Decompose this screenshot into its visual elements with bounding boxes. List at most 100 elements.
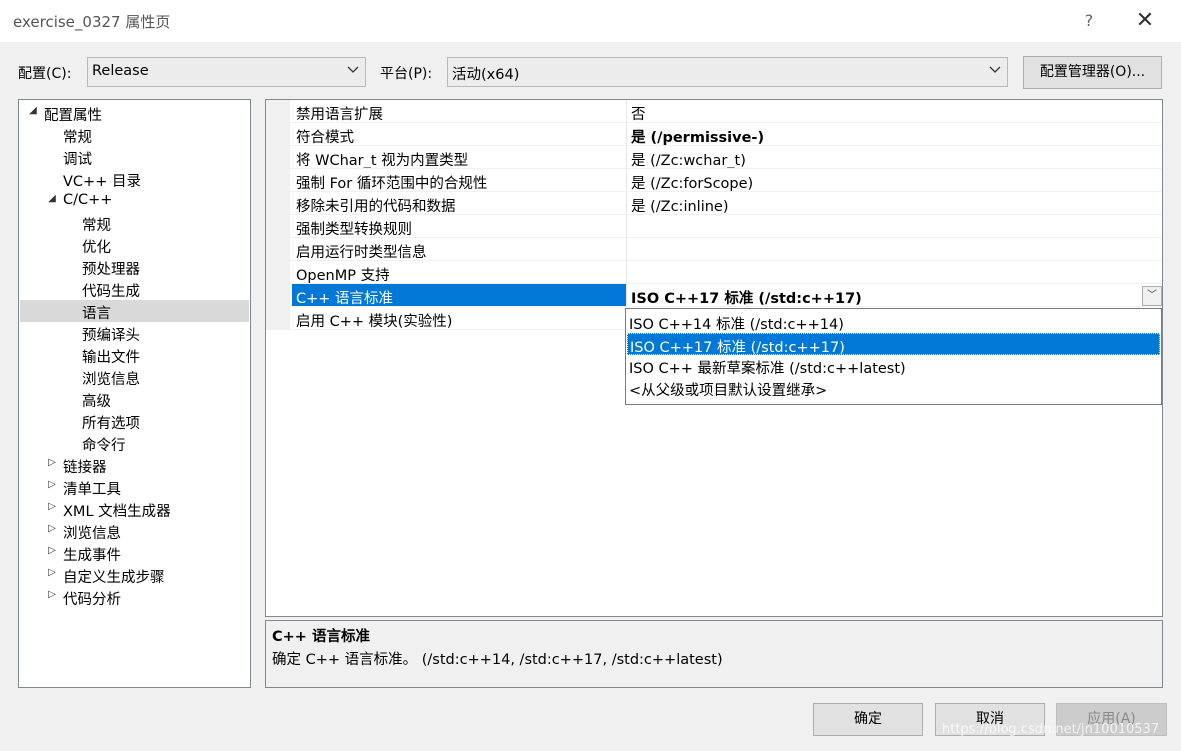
tree-item-label: 预处理器 (82, 262, 140, 278)
property-row[interactable]: C++ 语言标准 ISO C++17 标准 (/std:c++17) (266, 284, 1162, 307)
dropdown-chevron-icon[interactable]: ﹀ (1142, 286, 1162, 306)
expand-arrow-icon[interactable]: ▷ (46, 501, 58, 512)
description-text: 确定 C++ 语言标准。 (/std:c++14, /std:c++17, /s… (272, 652, 723, 668)
tree-item[interactable]: 所有选项 (20, 410, 249, 432)
dropdown-option-label: ISO C++14 标准 (/std:c++14) (629, 317, 844, 333)
ok-button[interactable]: 确定 (813, 703, 923, 736)
tree-item[interactable]: 预编译头 (20, 322, 249, 344)
expand-arrow-icon[interactable]: ▷ (46, 545, 58, 556)
property-name: OpenMP 支持 (296, 268, 390, 284)
tree-item[interactable]: ▷ 浏览信息 (20, 520, 249, 542)
property-value[interactable]: ISO C++17 标准 (/std:c++17) (631, 287, 862, 308)
tree-item-label: 常规 (82, 218, 111, 234)
help-button[interactable]: ? (1072, 6, 1106, 36)
expand-arrow-icon[interactable]: ▷ (46, 589, 58, 600)
close-button[interactable]: ✕ (1128, 6, 1162, 36)
config-label: 配置(C): (18, 66, 72, 82)
property-row[interactable]: 符合模式 是 (/permissive-) (266, 123, 1162, 146)
dropdown-option-label: <从父级或项目默认设置继承> (629, 383, 828, 399)
config-manager-button[interactable]: 配置管理器(O)... (1023, 56, 1162, 89)
tree-item[interactable]: ▷ 清单工具 (20, 476, 249, 498)
window-title: exercise_0327 属性页 (13, 13, 171, 31)
description-title: C++ 语言标准 (272, 629, 370, 645)
tree-item-label: 命令行 (82, 438, 126, 454)
tree-item-label: 浏览信息 (63, 526, 121, 542)
property-row[interactable]: OpenMP 支持 (266, 261, 1162, 284)
column-separator (626, 100, 627, 123)
property-value[interactable]: 是 (/Zc:inline) (631, 195, 729, 216)
tree-item[interactable]: ◢ C/C++ (20, 190, 249, 212)
tree-item[interactable]: 输出文件 (20, 344, 249, 366)
tree-item-label: 预编译头 (82, 328, 140, 344)
cpp-standard-dropdown-list: ISO C++14 标准 (/std:c++14) ISO C++17 标准 (/… (625, 308, 1162, 405)
tree-item-label: 语言 (82, 306, 111, 322)
tree-item[interactable]: 优化 (20, 234, 249, 256)
config-combo[interactable]: Release (87, 57, 366, 87)
tree-item[interactable]: VC++ 目录 (20, 168, 249, 190)
tree-item[interactable]: ◢ 配置属性 (20, 102, 249, 124)
dropdown-option-label: ISO C++17 标准 (/std:c++17) (630, 340, 845, 356)
property-name: 将 WChar_t 视为内置类型 (296, 153, 469, 169)
description-panel: C++ 语言标准 确定 C++ 语言标准。 (/std:c++14, /std:… (265, 620, 1163, 688)
config-value: Release (92, 63, 149, 79)
tree-item[interactable]: ▷ 生成事件 (20, 542, 249, 564)
tree-item-label: C/C++ (63, 192, 113, 208)
tree-item-label: 生成事件 (63, 548, 121, 564)
column-separator (626, 238, 627, 261)
property-value[interactable]: 是 (/permissive-) (631, 126, 764, 147)
platform-value: 活动(x64) (452, 67, 520, 83)
tree-item[interactable]: 命令行 (20, 432, 249, 454)
collapse-arrow-icon[interactable]: ◢ (27, 105, 39, 116)
property-name: 启用运行时类型信息 (296, 245, 427, 261)
dropdown-option[interactable]: <从父级或项目默认设置继承> (627, 377, 1160, 399)
tree-item[interactable]: 高级 (20, 388, 249, 410)
tree-item[interactable]: 常规 (20, 212, 249, 234)
property-name: C++ 语言标准 (296, 291, 394, 307)
property-row[interactable]: 移除未引用的代码和数据 是 (/Zc:inline) (266, 192, 1162, 215)
tree-item-label: 清单工具 (63, 482, 121, 498)
tree-item[interactable]: 浏览信息 (20, 366, 249, 388)
property-value[interactable]: 否 (631, 103, 646, 124)
tree-item[interactable]: 调试 (20, 146, 249, 168)
property-row[interactable]: 启用运行时类型信息 (266, 238, 1162, 261)
column-separator (626, 215, 627, 238)
expand-arrow-icon[interactable]: ▷ (46, 457, 58, 468)
property-name: 禁用语言扩展 (296, 107, 383, 123)
collapse-arrow-icon[interactable]: ◢ (46, 193, 58, 204)
property-value[interactable]: 是 (/Zc:wchar_t) (631, 149, 746, 170)
property-row[interactable]: 强制 For 循环范围中的合规性 是 (/Zc:forScope) (266, 169, 1162, 192)
tree-item[interactable]: ▷ 链接器 (20, 454, 249, 476)
tree-item[interactable]: ▷ XML 文档生成器 (20, 498, 249, 520)
tree-item-label: 链接器 (63, 460, 107, 476)
property-row[interactable]: 强制类型转换规则 (266, 215, 1162, 238)
tree-item-label: 优化 (82, 240, 111, 256)
dropdown-option[interactable]: ISO C++17 标准 (/std:c++17) (627, 333, 1160, 356)
property-name: 强制类型转换规则 (296, 222, 412, 238)
dropdown-option[interactable]: ISO C++14 标准 (/std:c++14) (627, 311, 1160, 333)
tree-item[interactable]: 常规 (20, 124, 249, 146)
expand-arrow-icon[interactable]: ▷ (46, 479, 58, 490)
tree-item-label: 常规 (63, 130, 92, 146)
column-separator (626, 123, 627, 146)
property-row[interactable]: 禁用语言扩展 否 (266, 100, 1162, 123)
tree-item-label: 调试 (63, 152, 92, 168)
property-value[interactable]: 是 (/Zc:forScope) (631, 172, 753, 193)
tree-item-label: 配置属性 (44, 108, 102, 124)
expand-arrow-icon[interactable]: ▷ (46, 567, 58, 578)
chevron-down-icon (989, 63, 1001, 78)
chevron-down-icon (347, 63, 359, 78)
tree-item[interactable]: 语言 (20, 300, 249, 322)
column-separator (626, 284, 627, 307)
tree-item-label: 自定义生成步骤 (63, 570, 165, 586)
expand-arrow-icon[interactable]: ▷ (46, 523, 58, 534)
tree-item[interactable]: 预处理器 (20, 256, 249, 278)
property-row[interactable]: 将 WChar_t 视为内置类型 是 (/Zc:wchar_t) (266, 146, 1162, 169)
tree-item[interactable]: ▷ 代码分析 (20, 586, 249, 608)
dropdown-option[interactable]: ISO C++ 最新草案标准 (/std:c++latest) (627, 355, 1160, 377)
tree-item[interactable]: 代码生成 (20, 278, 249, 300)
tree-item[interactable]: ▷ 自定义生成步骤 (20, 564, 249, 586)
platform-combo[interactable]: 活动(x64) (447, 57, 1008, 87)
title-bar: exercise_0327 属性页 ? ✕ (0, 0, 1181, 42)
tree-item-label: 代码分析 (63, 592, 121, 608)
column-separator (626, 146, 627, 169)
